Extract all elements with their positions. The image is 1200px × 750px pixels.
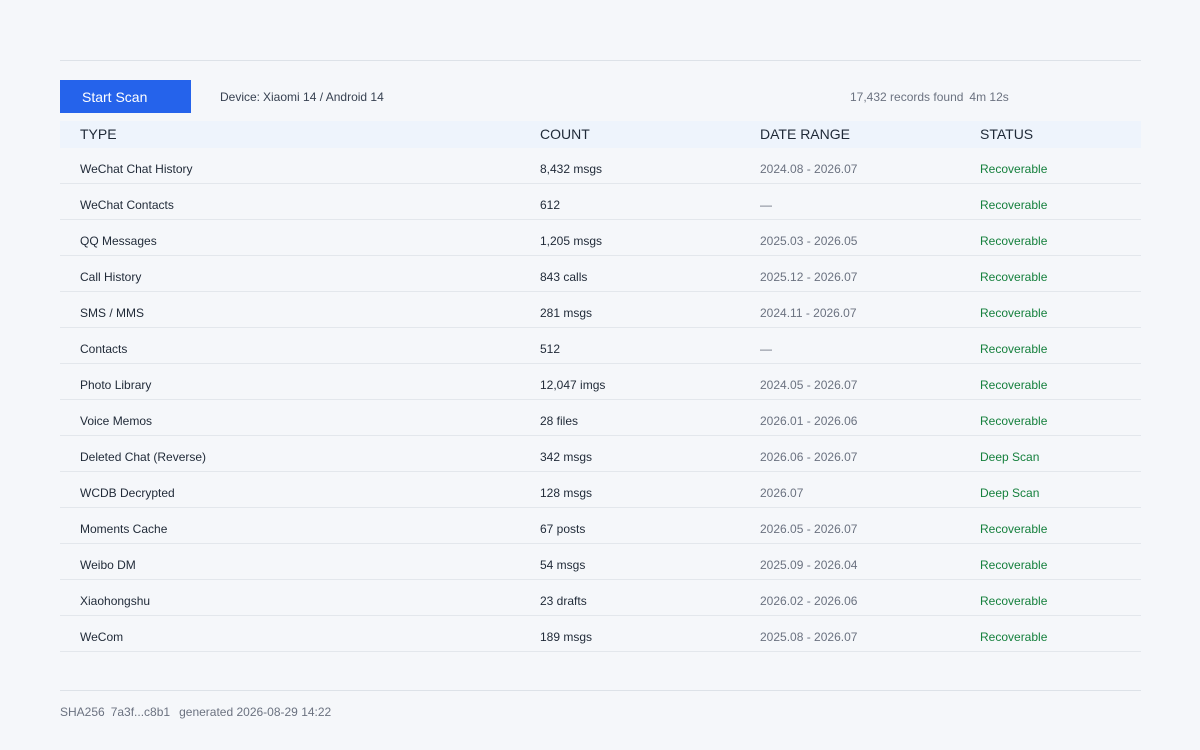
cell-date-range: 2026.06 - 2026.07	[760, 450, 858, 464]
cell-date-range: —	[760, 198, 772, 212]
scan-duration: 4m 12s	[969, 90, 1009, 104]
cell-type: WeChat Contacts	[80, 198, 174, 212]
cell-type: Voice Memos	[80, 414, 153, 428]
cell-status: Recoverable	[980, 630, 1048, 644]
cell-status: Deep Scan	[980, 486, 1040, 500]
cell-status: Recoverable	[980, 378, 1048, 392]
table-row[interactable]: WCDB Decrypted 128 msgs 2026.07 Deep Scan	[60, 472, 1141, 508]
table-row[interactable]: WeChat Chat History 8,432 msgs 2024.08 - 2…	[60, 148, 1141, 184]
cell-type: WeCom	[80, 630, 124, 644]
cell-count: 67 posts	[540, 522, 586, 536]
cell-status: Recoverable	[980, 342, 1048, 356]
toolbar: Start Scan Device: Xiaomi 14 / Android 14…	[60, 80, 1141, 113]
cell-type: QQ Messages	[80, 234, 157, 248]
table-body: WeChat Chat History 8,432 msgs 2024.08 - 2…	[60, 148, 1141, 652]
cell-date-range: 2024.05 - 2026.07	[760, 378, 858, 392]
table-row[interactable]: SMS / MMS 281 msgs 2024.11 - 2026.07 Recove…	[60, 292, 1141, 328]
table-row[interactable]: Voice Memos 28 files 2026.01 - 2026.06 Reco…	[60, 400, 1141, 436]
top-divider	[60, 60, 1141, 61]
hash-value: 7a3f...c8b1	[110, 705, 171, 719]
cell-status: Deep Scan	[980, 450, 1040, 464]
table-row[interactable]: Weibo DM 54 msgs 2025.09 - 2026.04 Recovera…	[60, 544, 1141, 580]
cell-date-range: 2024.08 - 2026.07	[760, 162, 858, 176]
cell-count: 512	[540, 342, 561, 356]
device-value: Xiaomi 14 / Android 14	[263, 90, 384, 104]
cell-count: 342 msgs	[540, 450, 593, 464]
report-footer: SHA256 7a3f...c8b1 generated 2026-08-29 14…	[60, 705, 331, 719]
table-row[interactable]: WeChat Contacts 612 — Recoverable	[60, 184, 1141, 220]
cell-status: Recoverable	[980, 234, 1048, 248]
header-type[interactable]: TYPE	[80, 126, 117, 142]
start-scan-button[interactable]: Start Scan	[60, 80, 191, 113]
cell-date-range: 2025.08 - 2026.07	[760, 630, 858, 644]
cell-status: Recoverable	[980, 414, 1048, 428]
cell-date-range: 2025.09 - 2026.04	[760, 558, 858, 572]
cell-count: 8,432 msgs	[540, 162, 603, 176]
table-row[interactable]: Xiaohongshu 23 drafts 2026.02 - 2026.06 Rec…	[60, 580, 1141, 616]
cell-type: SMS / MMS	[80, 306, 145, 320]
cell-count: 1,205 msgs	[540, 234, 603, 248]
cell-date-range: 2026.07	[760, 486, 804, 500]
records-found-count: 17,432 records found	[850, 90, 964, 104]
cell-status: Recoverable	[980, 594, 1048, 608]
cell-status: Recoverable	[980, 198, 1048, 212]
device-info: Device: Xiaomi 14 / Android 14	[220, 90, 384, 104]
header-status[interactable]: STATUS	[980, 126, 1033, 142]
cell-date-range: 2026.02 - 2026.06	[760, 594, 858, 608]
cell-status: Recoverable	[980, 522, 1048, 536]
cell-count: 128 msgs	[540, 486, 593, 500]
cell-type: Moments Cache	[80, 522, 168, 536]
scan-stats: 17,432 records found 4m 12s	[850, 90, 1009, 104]
table-row[interactable]: WeCom 189 msgs 2025.08 - 2026.07 Recoverabl…	[60, 616, 1141, 652]
header-count[interactable]: COUNT	[540, 126, 590, 142]
table-header: TYPE COUNT DATE RANGE STATUS	[60, 121, 1141, 148]
cell-type: Photo Library	[80, 378, 152, 392]
cell-status: Recoverable	[980, 558, 1048, 572]
table-row[interactable]: Moments Cache 67 posts 2026.05 - 2026.07 Re…	[60, 508, 1141, 544]
cell-count: 54 msgs	[540, 558, 586, 572]
cell-count: 189 msgs	[540, 630, 593, 644]
hash-label: SHA256	[60, 705, 105, 719]
cell-type: Weibo DM	[80, 558, 136, 572]
table-row[interactable]: Contacts 512 — Recoverable	[60, 328, 1141, 364]
cell-date-range: —	[760, 342, 772, 356]
generated-timestamp: generated 2026-08-29 14:22	[179, 705, 332, 719]
cell-type: Deleted Chat (Reverse)	[80, 450, 207, 464]
cell-status: Recoverable	[980, 306, 1048, 320]
cell-date-range: 2025.12 - 2026.07	[760, 270, 858, 284]
table-row[interactable]: Photo Library 12,047 imgs 2024.05 - 2026.0…	[60, 364, 1141, 400]
cell-type: WCDB Decrypted	[80, 486, 175, 500]
cell-type: WeChat Chat History	[80, 162, 193, 176]
cell-count: 23 drafts	[540, 594, 587, 608]
cell-count: 28 files	[540, 414, 579, 428]
cell-date-range: 2026.05 - 2026.07	[760, 522, 858, 536]
cell-type: Contacts	[80, 342, 128, 356]
table-row[interactable]: Call History 843 calls 2025.12 - 2026.07 Re…	[60, 256, 1141, 292]
table-row[interactable]: Deleted Chat (Reverse) 342 msgs 2026.06 - …	[60, 436, 1141, 472]
cell-date-range: 2026.01 - 2026.06	[760, 414, 858, 428]
cell-status: Recoverable	[980, 270, 1048, 284]
cell-count: 12,047 imgs	[540, 378, 606, 392]
header-date-range[interactable]: DATE RANGE	[760, 126, 850, 142]
bottom-divider	[60, 690, 1141, 691]
cell-type: Xiaohongshu	[80, 594, 151, 608]
cell-count: 843 calls	[540, 270, 588, 284]
cell-count: 612	[540, 198, 561, 212]
cell-date-range: 2024.11 - 2026.07	[760, 306, 857, 320]
device-label: Device:	[220, 90, 261, 104]
table-row[interactable]: QQ Messages 1,205 msgs 2025.03 - 2026.05 Re…	[60, 220, 1141, 256]
cell-status: Recoverable	[980, 162, 1048, 176]
cell-date-range: 2025.03 - 2026.05	[760, 234, 858, 248]
results-table: TYPE COUNT DATE RANGE STATUS WeChat Chat…	[60, 121, 1141, 652]
cell-count: 281 msgs	[540, 306, 593, 320]
cell-type: Call History	[80, 270, 142, 284]
